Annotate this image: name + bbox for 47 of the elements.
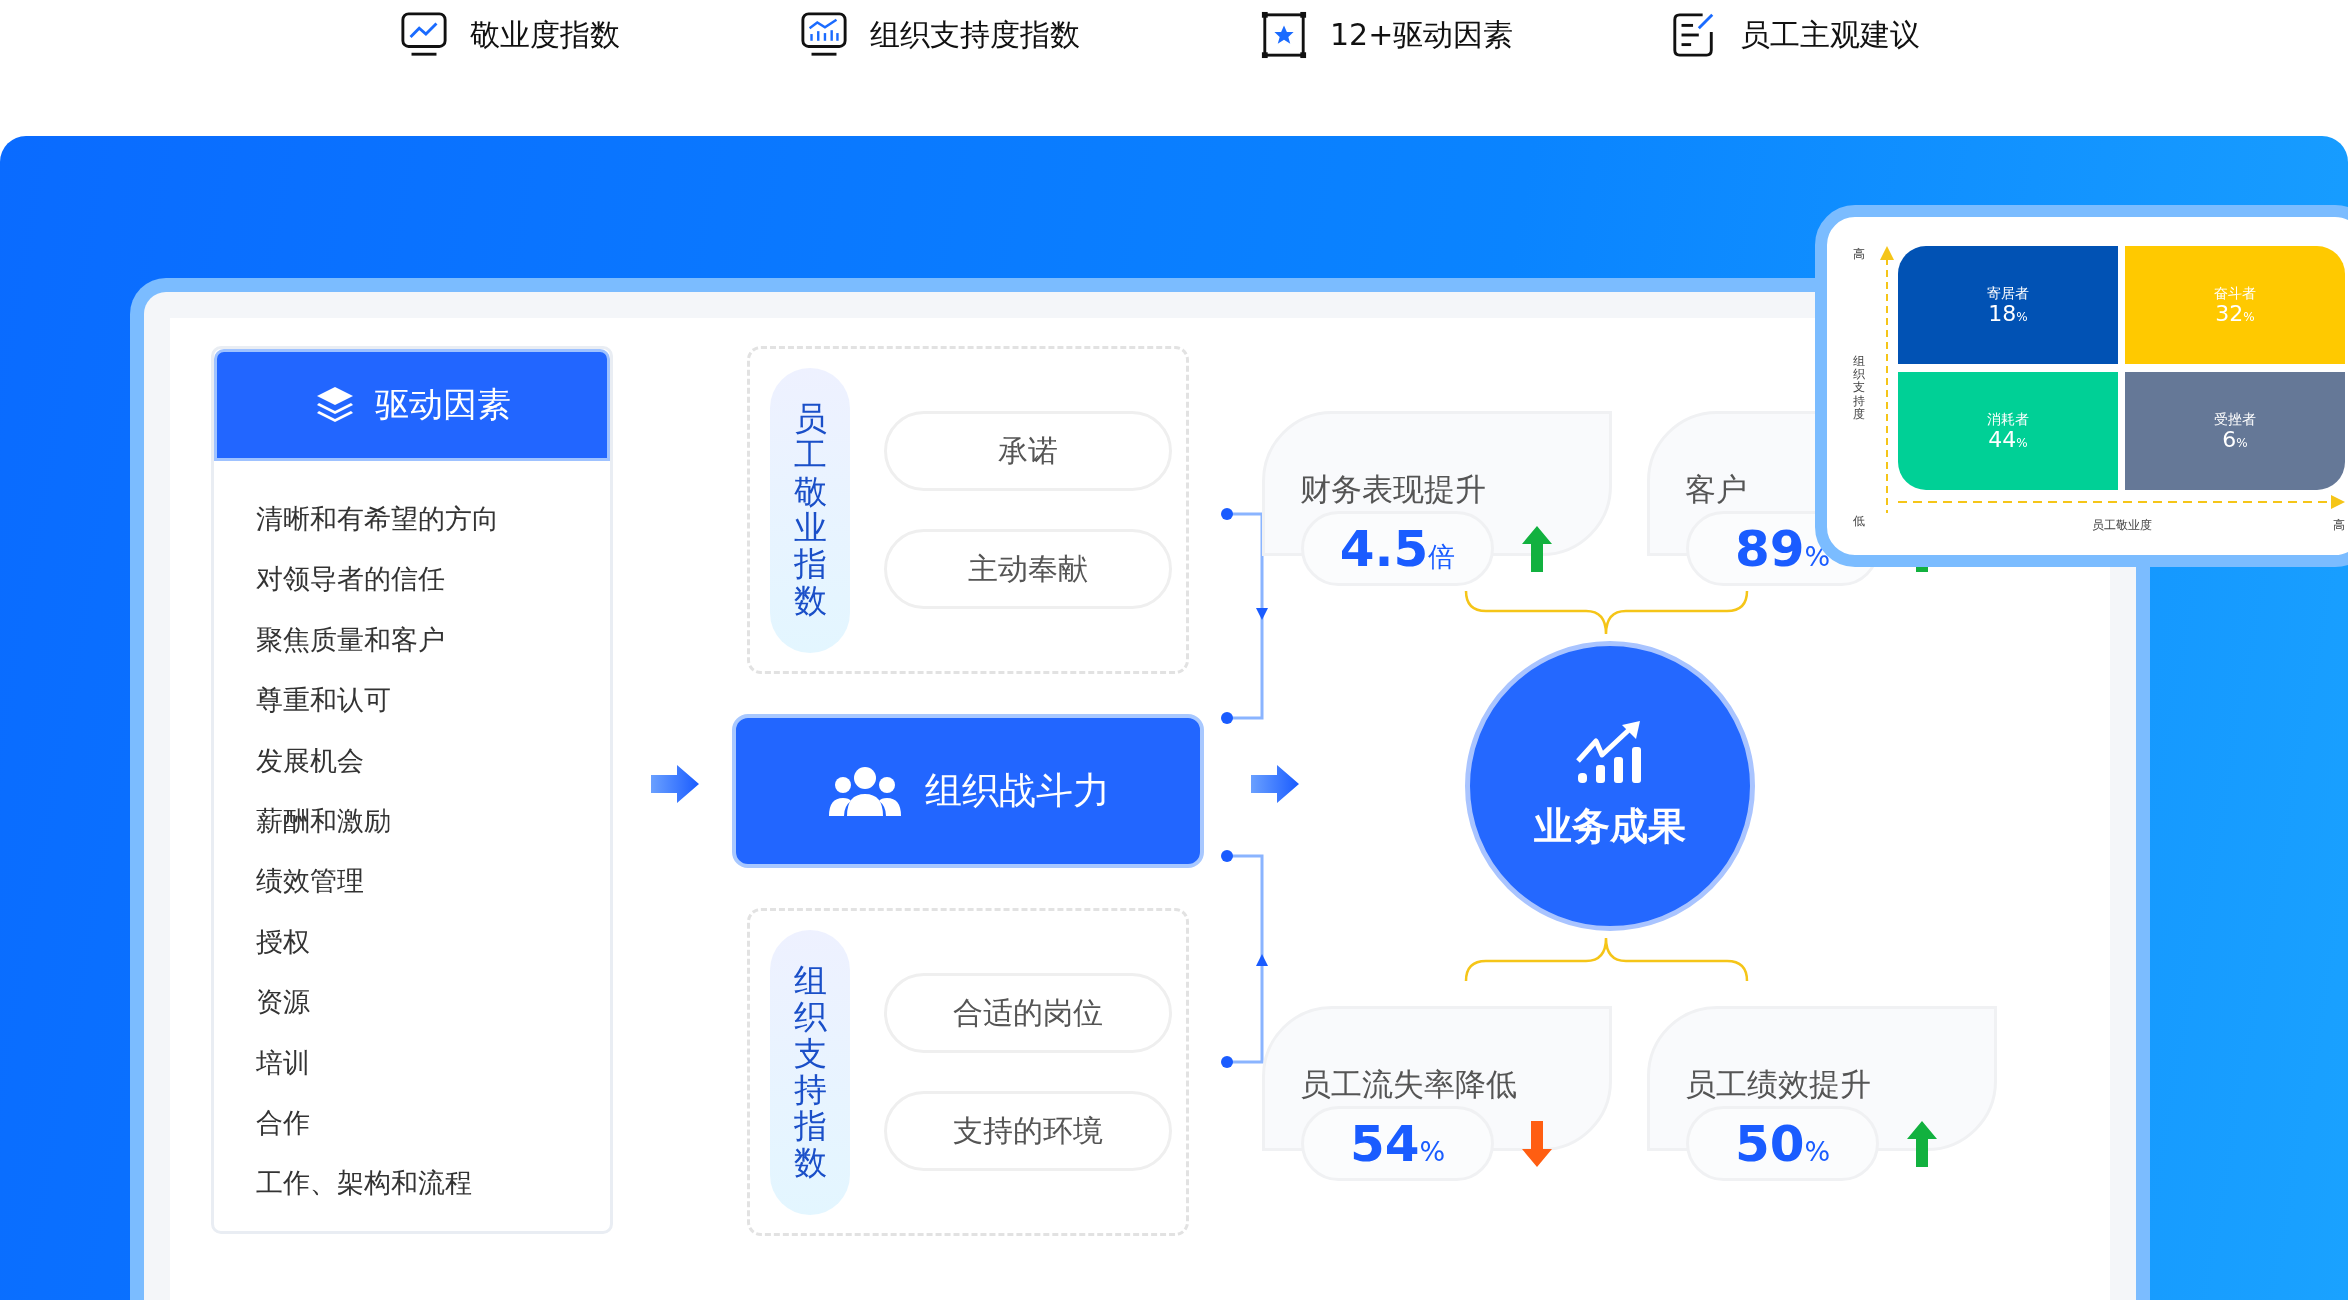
driver-item: 清晰和有希望的方向 [256,502,500,536]
result-value: 54% [1301,1106,1494,1181]
driver-item: 资源 [256,985,311,1020]
axis-label: 高 [1852,246,1865,263]
quadrant-cell: 奋斗者 32% [2125,246,2345,364]
result-title: 员工流失率降低 [1299,1065,1517,1104]
feature-label: 敬业度指数 [470,15,620,54]
index-label: 组织支持指数 [770,929,850,1215]
feature-label: 员工主观建议 [1740,15,1920,54]
people-icon [826,766,903,816]
result-value: 4.5倍 [1301,511,1494,586]
driver-item: 聚焦质量和客户 [256,622,446,657]
driver-item: 合作 [256,1105,311,1140]
quadrant-cell: 消耗者 44% [1898,372,2118,490]
feature-label: 组织支持度指数 [870,15,1080,54]
drivers-title: 驱动因素 [375,383,511,426]
result-title: 财务表现提升 [1299,470,1486,509]
outcome-label: 业务成果 [1534,802,1686,850]
index-label: 员工敬业指数 [770,367,850,653]
right-arrow-icon [1251,765,1299,803]
axis-title: 组织支持度 [1852,355,1865,421]
driver-item: 对领导者的信任 [256,562,446,597]
star-frame-icon [1260,11,1308,59]
factor-chip: 承诺 [884,411,1172,491]
quadrant-cell: 寄居者 18% [1898,246,2118,364]
factor-chip: 支持的环境 [884,1091,1172,1171]
factor-chip: 主动奉献 [884,529,1172,609]
driver-item: 授权 [256,924,311,959]
monitor-chart-icon [400,11,448,59]
result-value: 50% [1686,1106,1879,1181]
feature-label: 12+驱动因素 [1330,15,1514,54]
quadrant-cell: 受挫者 6% [2125,372,2345,490]
result-title: 客户 [1684,470,1747,509]
driver-item: 绩效管理 [256,864,365,899]
driver-item: 培训 [256,1045,311,1080]
core-label: 组织战斗力 [924,768,1110,814]
monitor-bar-chart-icon [800,11,848,59]
axis-label: 低 [1852,513,1865,530]
factor-chip: 合适的岗位 [884,973,1172,1053]
driver-item: 发展机会 [256,743,365,778]
driver-item: 工作、架构和流程 [256,1166,473,1201]
result-title: 员工绩效提升 [1684,1065,1871,1104]
right-arrow-icon [651,765,699,803]
driver-item: 尊重和认可 [256,683,392,718]
axis-label: 高 [2333,516,2345,534]
axis-title: 员工敬业度 [2091,516,2152,534]
driver-item: 薪酬和激励 [256,803,392,838]
